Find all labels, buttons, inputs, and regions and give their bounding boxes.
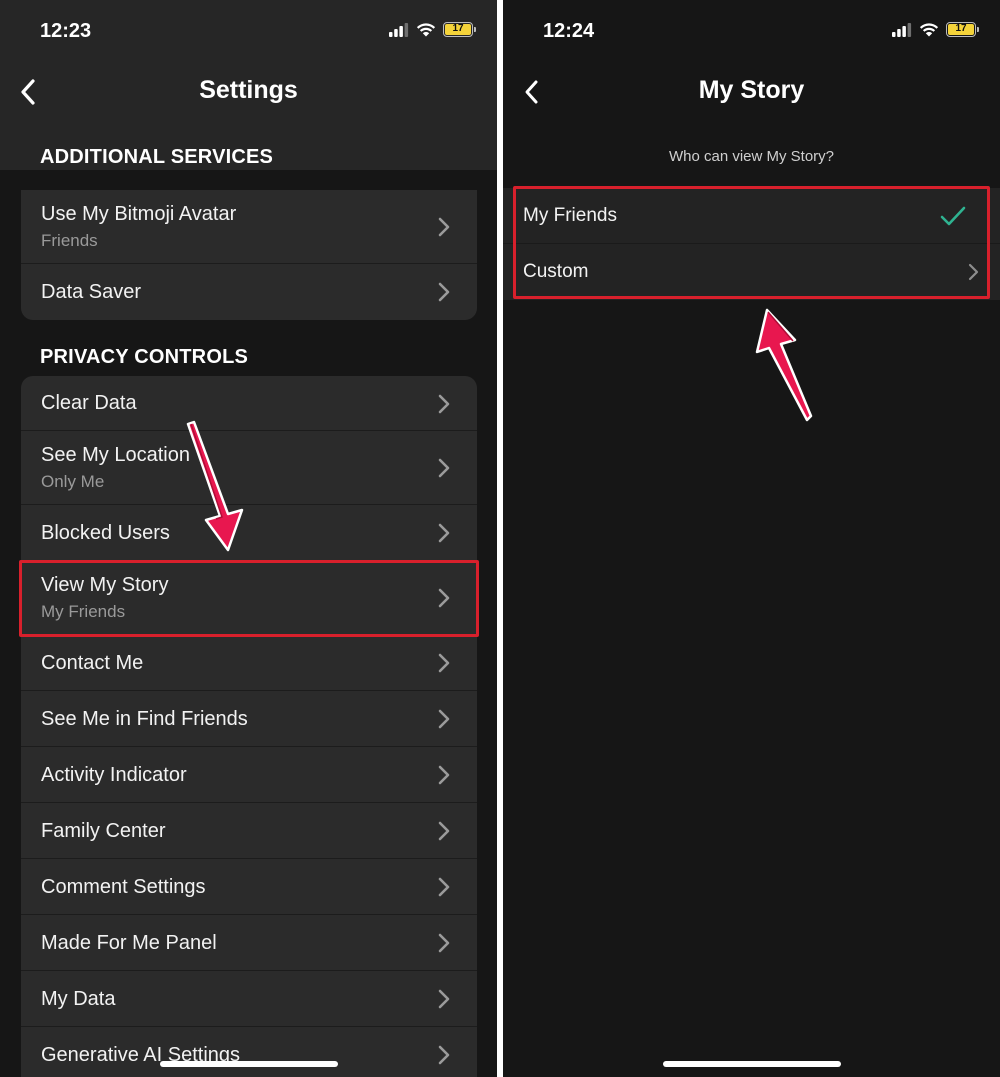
chevron-right-icon (435, 282, 453, 302)
settings-item-see-me-in-find-friends[interactable]: See Me in Find Friends (21, 691, 477, 747)
home-indicator (663, 1061, 841, 1067)
settings-item-clear-data[interactable]: Clear Data (21, 376, 477, 431)
settings-item-data-saver[interactable]: Data Saver (21, 264, 477, 320)
battery-icon: 17 (946, 22, 979, 37)
settings-item-blocked-users[interactable]: Blocked Users (21, 505, 477, 561)
settings-item-family-center[interactable]: Family Center (21, 803, 477, 859)
battery-icon: 17 (443, 22, 476, 37)
option-my-friends[interactable]: My Friends (503, 188, 1000, 244)
chevron-right-icon (435, 709, 453, 729)
chevron-right-icon (435, 877, 453, 897)
settings-item-see-my-location[interactable]: See My Location Only Me (21, 431, 477, 505)
item-label: Contact Me (41, 652, 144, 674)
story-visibility-options: My Friends Custom (503, 188, 1000, 300)
item-label: See My Location (41, 444, 190, 466)
item-label: Activity Indicator (41, 764, 187, 786)
status-time: 12:23 (40, 20, 92, 42)
status-icons: 17 (892, 22, 979, 37)
home-indicator (160, 1061, 338, 1067)
pointer-arrow-up-icon (755, 308, 813, 422)
settings-item-view-my-story[interactable]: View My Story My Friends (21, 561, 477, 635)
chevron-right-icon (435, 989, 453, 1009)
chevron-right-icon (435, 821, 453, 841)
settings-item-bitmoji-avatar[interactable]: Use My Bitmoji Avatar Friends (21, 190, 477, 264)
option-label: My Friends (523, 205, 617, 226)
option-custom[interactable]: Custom (503, 244, 1000, 300)
chevron-right-icon (435, 458, 453, 478)
chevron-right-icon (435, 1045, 453, 1065)
status-bar: 12:24 17 (503, 0, 1000, 62)
settings-item-made-for-me-panel[interactable]: Made For Me Panel (21, 915, 477, 971)
wifi-icon (919, 23, 939, 37)
chevron-right-icon (435, 653, 453, 673)
chevron-right-icon (435, 765, 453, 785)
status-bar: 12:23 17 (0, 0, 497, 62)
item-value: Only Me (41, 472, 105, 491)
page-title: My Story (698, 76, 805, 104)
cellular-signal-icon (892, 22, 912, 37)
settings-item-my-data[interactable]: My Data (21, 971, 477, 1027)
privacy-controls-group: Clear Data See My Location Only Me Block… (21, 376, 477, 1077)
status-time: 12:24 (543, 20, 595, 42)
chevron-right-icon (435, 217, 453, 237)
chevron-right-icon (435, 933, 453, 953)
nav-bar: My Story (503, 62, 1000, 122)
item-label: Comment Settings (41, 876, 206, 898)
item-label: Data Saver (41, 281, 142, 303)
item-value: Friends (41, 231, 98, 250)
status-icons: 17 (389, 22, 476, 37)
cellular-signal-icon (389, 22, 409, 37)
item-label: My Data (41, 988, 116, 1010)
settings-item-activity-indicator[interactable]: Activity Indicator (21, 747, 477, 803)
chevron-right-icon (435, 523, 453, 543)
settings-item-contact-me[interactable]: Contact Me (21, 635, 477, 691)
section-header-privacy-controls: PRIVACY CONTROLS (40, 346, 249, 368)
item-value: My Friends (41, 602, 126, 621)
checkmark-icon (940, 206, 966, 226)
chevron-right-icon (435, 588, 453, 608)
item-label: Use My Bitmoji Avatar (41, 203, 237, 225)
settings-screen: 12:23 17 Settings ADDITIONAL SERVICES Us… (0, 0, 497, 1077)
option-label: Custom (523, 261, 589, 282)
section-header-additional-services: ADDITIONAL SERVICES (40, 146, 274, 168)
item-label: Made For Me Panel (41, 932, 217, 954)
chevron-right-icon (968, 263, 979, 281)
visibility-prompt: Who can view My Story? (668, 148, 835, 165)
additional-services-group: Use My Bitmoji Avatar Friends Data Saver (21, 190, 477, 320)
battery-level: 17 (948, 24, 974, 35)
item-label: View My Story (41, 574, 169, 596)
settings-item-comment-settings[interactable]: Comment Settings (21, 859, 477, 915)
item-label: Clear Data (41, 392, 137, 414)
settings-item-generative-ai-settings[interactable]: Generative AI Settings (21, 1027, 477, 1077)
nav-bar: Settings (0, 62, 497, 122)
chevron-right-icon (435, 394, 453, 414)
item-label: See Me in Find Friends (41, 708, 248, 730)
my-story-screen: 12:24 17 My Story Who can view My Story?… (503, 0, 1000, 1077)
battery-level: 17 (445, 24, 471, 35)
item-label: Family Center (41, 820, 166, 842)
wifi-icon (416, 23, 436, 37)
page-title: Settings (199, 76, 298, 104)
item-label: Blocked Users (41, 522, 170, 544)
